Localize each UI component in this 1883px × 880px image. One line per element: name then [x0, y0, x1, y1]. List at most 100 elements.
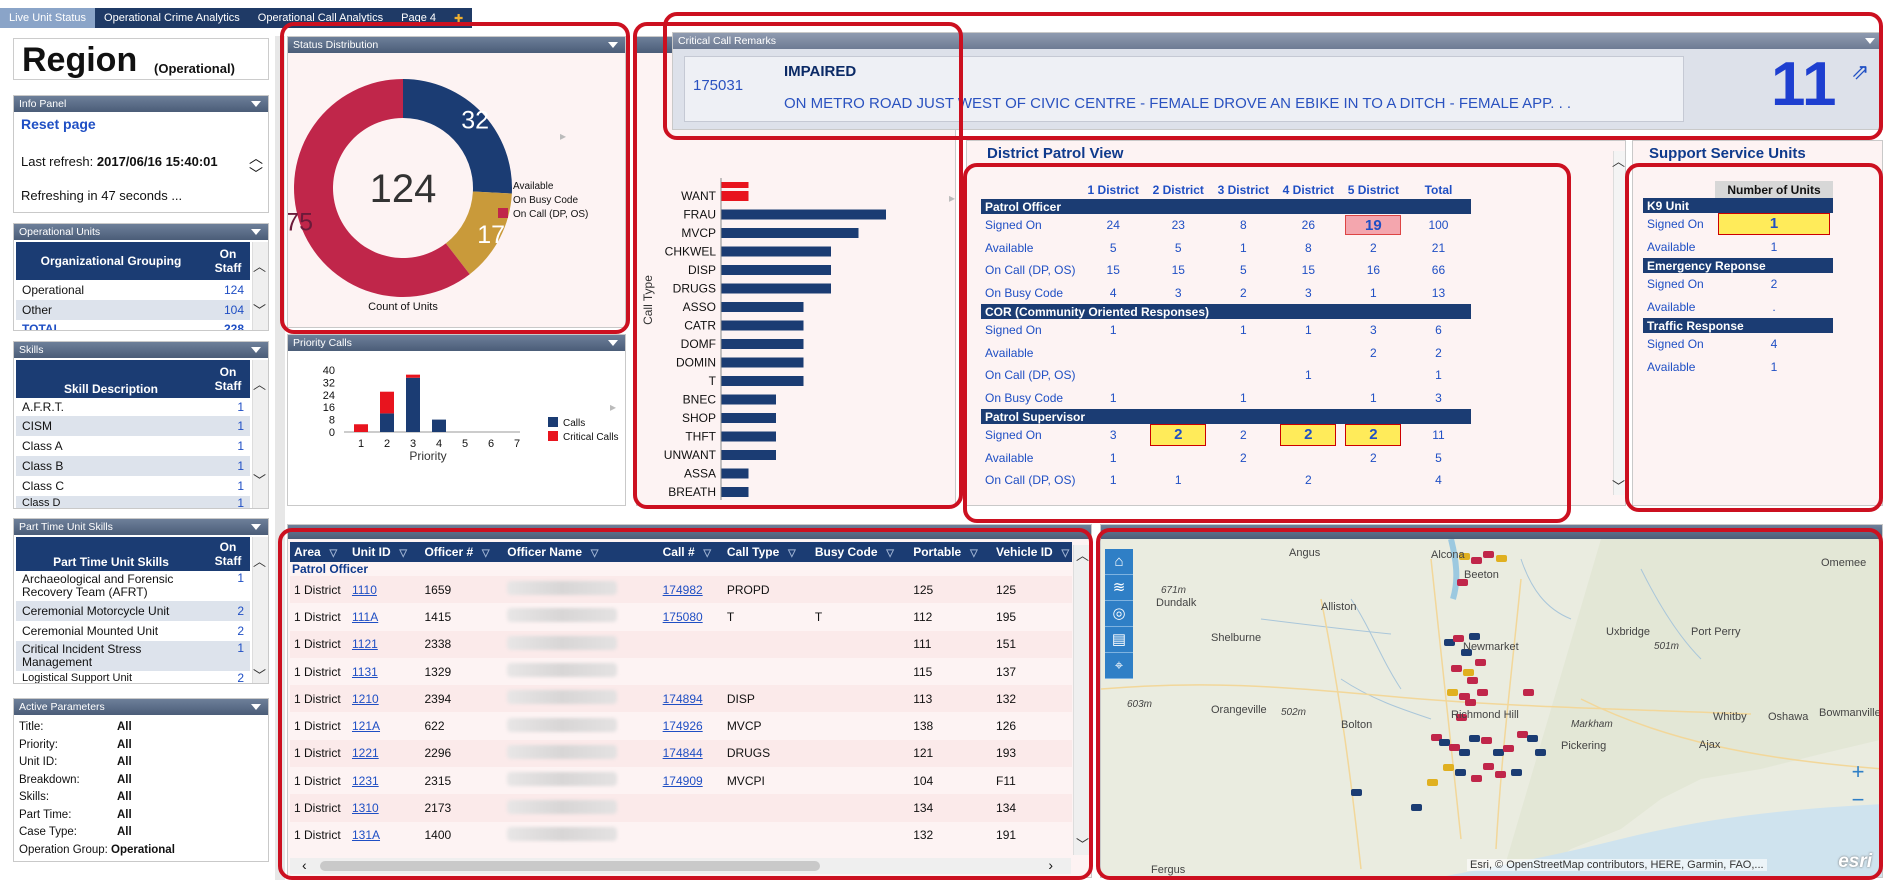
- tab-operational-call-analytics[interactable]: Operational Call Analytics: [249, 8, 392, 28]
- critical-call-id[interactable]: 175031: [693, 77, 743, 94]
- dropdown-icon[interactable]: [251, 347, 261, 353]
- unit-id-link[interactable]: 121A: [352, 719, 380, 733]
- call-number-link[interactable]: 174844: [663, 746, 703, 760]
- table-row[interactable]: On Busy Code 1 1 1 3: [981, 387, 1471, 410]
- table-row[interactable]: On Busy Code 4 3 2 3 1 13: [981, 282, 1471, 305]
- filter-icon[interactable]: ▽: [701, 548, 711, 559]
- table-row[interactable]: 1 District 1221 2296 174844 DRUGS 121 193: [290, 739, 1072, 768]
- call-number-link[interactable]: 174909: [663, 774, 703, 788]
- dropdown-icon[interactable]: [251, 229, 261, 235]
- table-row[interactable]: 1 District 131A 1400 132 191: [290, 821, 1072, 849]
- table-row[interactable]: Available 1: [1643, 236, 1833, 259]
- table-row[interactable]: 1 District 1110 1659 174982 PROPD 125 125: [290, 576, 1072, 604]
- unit-id-link[interactable]: 1310: [352, 801, 379, 815]
- table-row[interactable]: Class B1: [16, 456, 250, 476]
- table-row[interactable]: Class C1: [16, 476, 250, 496]
- table-row[interactable]: Class D1: [16, 496, 250, 508]
- locate-icon[interactable]: ⌖: [1105, 653, 1133, 679]
- zoom-out-button[interactable]: −: [1844, 787, 1872, 813]
- table-row[interactable]: A.F.R.T. 1: [16, 398, 250, 416]
- unit-id-link[interactable]: 111A: [352, 610, 378, 624]
- unit-id-link[interactable]: 1231: [352, 774, 379, 788]
- table-row[interactable]: 1 District 1121 2338 111 151: [290, 630, 1072, 658]
- dropdown-icon[interactable]: [251, 101, 261, 107]
- select-icon[interactable]: ◎: [1105, 601, 1133, 627]
- scroll-left-icon[interactable]: ‹: [302, 857, 307, 873]
- unit-id-link[interactable]: 1210: [352, 692, 379, 706]
- column-header[interactable]: Call # ▽: [659, 542, 723, 562]
- reset-page-link[interactable]: Reset page: [21, 116, 96, 132]
- table-row[interactable]: On Call (DP, OS) 1 1 2 4: [981, 469, 1471, 492]
- call-number-link[interactable]: 175080: [663, 610, 703, 624]
- table-row[interactable]: Other 104: [16, 300, 250, 320]
- tab-operational-crime-analytics[interactable]: Operational Crime Analytics: [95, 8, 249, 28]
- scroll-right-icon[interactable]: ›: [1048, 857, 1053, 873]
- column-header[interactable]: Portable ▽: [909, 542, 992, 562]
- table-row[interactable]: 1 District 121A 622 174926 MVCP 138 126: [290, 712, 1072, 740]
- skills-scrollbar[interactable]: ︿ ﹀: [252, 360, 268, 508]
- filter-icon[interactable]: ▽: [884, 548, 894, 559]
- column-header[interactable]: Vehicle ID ▽: [992, 542, 1072, 562]
- dropdown-icon[interactable]: [608, 340, 618, 346]
- table-row[interactable]: Signed On 4: [1643, 333, 1833, 356]
- table-row[interactable]: Ceremonial Mounted Unit 2: [16, 621, 250, 641]
- filter-icon[interactable]: ▽: [479, 548, 490, 559]
- critical-call-card[interactable]: 175031 IMPAIRED ON METRO ROAD JUST WEST …: [684, 56, 1684, 122]
- table-row[interactable]: Available 5 5 1 8 2 21: [981, 237, 1471, 260]
- unit-id-link[interactable]: 1110: [352, 583, 377, 597]
- filter-icon[interactable]: ▽: [397, 548, 407, 559]
- table-row[interactable]: On Call (DP, OS) 1 1: [981, 364, 1471, 387]
- unit-horizontal-scrollbar[interactable]: ‹ ›: [290, 857, 1071, 874]
- dropdown-icon[interactable]: [1865, 38, 1875, 44]
- district-scrollbar[interactable]: ︿ ﹀: [1612, 151, 1625, 495]
- table-row[interactable]: Available 1 2 2 5: [981, 447, 1471, 470]
- table-row[interactable]: 1 District 1131 1329 115 137: [290, 657, 1072, 686]
- unit-id-link[interactable]: 1131: [352, 665, 378, 679]
- unit-id-link[interactable]: 131A: [352, 828, 380, 842]
- status-donut-chart[interactable]: 32 17 75 124 Count of Units Available On Busy …: [288, 53, 626, 328]
- filter-icon[interactable]: ▽: [327, 548, 337, 559]
- column-header[interactable]: Officer Name ▽: [503, 542, 658, 562]
- table-row[interactable]: On Call (DP, OS) 15 15 5 15 16 66: [981, 259, 1471, 282]
- column-header[interactable]: Call Type ▽: [723, 542, 811, 562]
- filter-icon[interactable]: ▽: [588, 548, 599, 559]
- print-icon[interactable]: ▤: [1105, 627, 1133, 653]
- dropdown-icon[interactable]: [608, 42, 618, 48]
- table-row[interactable]: Available.: [1643, 296, 1833, 319]
- filter-icon[interactable]: ▽: [1059, 548, 1069, 559]
- table-row[interactable]: Signed On 24 23 8 26 19 100: [981, 214, 1471, 237]
- table-row-total[interactable]: TOTAL 228: [16, 320, 250, 330]
- zoom-in-button[interactable]: +: [1844, 759, 1872, 785]
- tab-live-unit-status[interactable]: Live Unit Status: [0, 8, 96, 28]
- table-row[interactable]: 1 District 1231 2315 174909 MVCPI 104 F11: [290, 767, 1072, 795]
- column-header[interactable]: Officer # ▽: [420, 542, 503, 562]
- call-number-link[interactable]: 174982: [663, 583, 703, 597]
- table-row[interactable]: 1 District 1210 2394 174894 DISP 113 132: [290, 685, 1072, 713]
- table-row[interactable]: Available 1: [1643, 356, 1833, 379]
- table-row[interactable]: 1 District 1310 2173 134 134: [290, 794, 1072, 822]
- unit-id-link[interactable]: 1221: [352, 746, 379, 760]
- table-row[interactable]: Critical Incident Stress Management 1: [16, 641, 250, 671]
- filter-icon[interactable]: ▽: [967, 548, 978, 559]
- call-number-link[interactable]: 174926: [663, 719, 703, 733]
- filter-icon[interactable]: ▽: [785, 548, 796, 559]
- priority-bar-chart[interactable]: 08162432401 2 3 4 5 6 7PriorityCallsCritical C…: [288, 351, 626, 506]
- unit-vertical-scrollbar[interactable]: ︿ ﹀: [1073, 545, 1091, 855]
- unit-id-link[interactable]: 1121: [352, 637, 378, 651]
- expand-icon[interactable]: ⇗: [1851, 59, 1869, 85]
- table-row[interactable]: Archaeological and Forensic Recovery Tea…: [16, 571, 250, 601]
- table-row[interactable]: Logistical Support Unit 2: [16, 671, 250, 683]
- layers-icon[interactable]: ≋: [1105, 575, 1133, 601]
- table-row[interactable]: Signed On 1: [1643, 213, 1833, 236]
- table-row[interactable]: Available 2 2: [981, 342, 1471, 365]
- pt-skills-scrollbar[interactable]: ︿ ﹀: [252, 537, 268, 683]
- table-row[interactable]: CISM 1: [16, 416, 250, 436]
- column-header[interactable]: Unit ID ▽: [348, 542, 420, 562]
- table-row[interactable]: Signed On 1 1 1 3 6: [981, 319, 1471, 342]
- dropdown-icon[interactable]: [251, 704, 261, 710]
- table-row[interactable]: Signed On 3 2 2 2 2 11: [981, 424, 1471, 447]
- column-header[interactable]: Area ▽: [290, 542, 348, 562]
- table-row[interactable]: Ceremonial Motorcycle Unit 2: [16, 601, 250, 621]
- table-row[interactable]: Class A1: [16, 436, 250, 456]
- column-header[interactable]: Busy Code ▽: [811, 542, 909, 562]
